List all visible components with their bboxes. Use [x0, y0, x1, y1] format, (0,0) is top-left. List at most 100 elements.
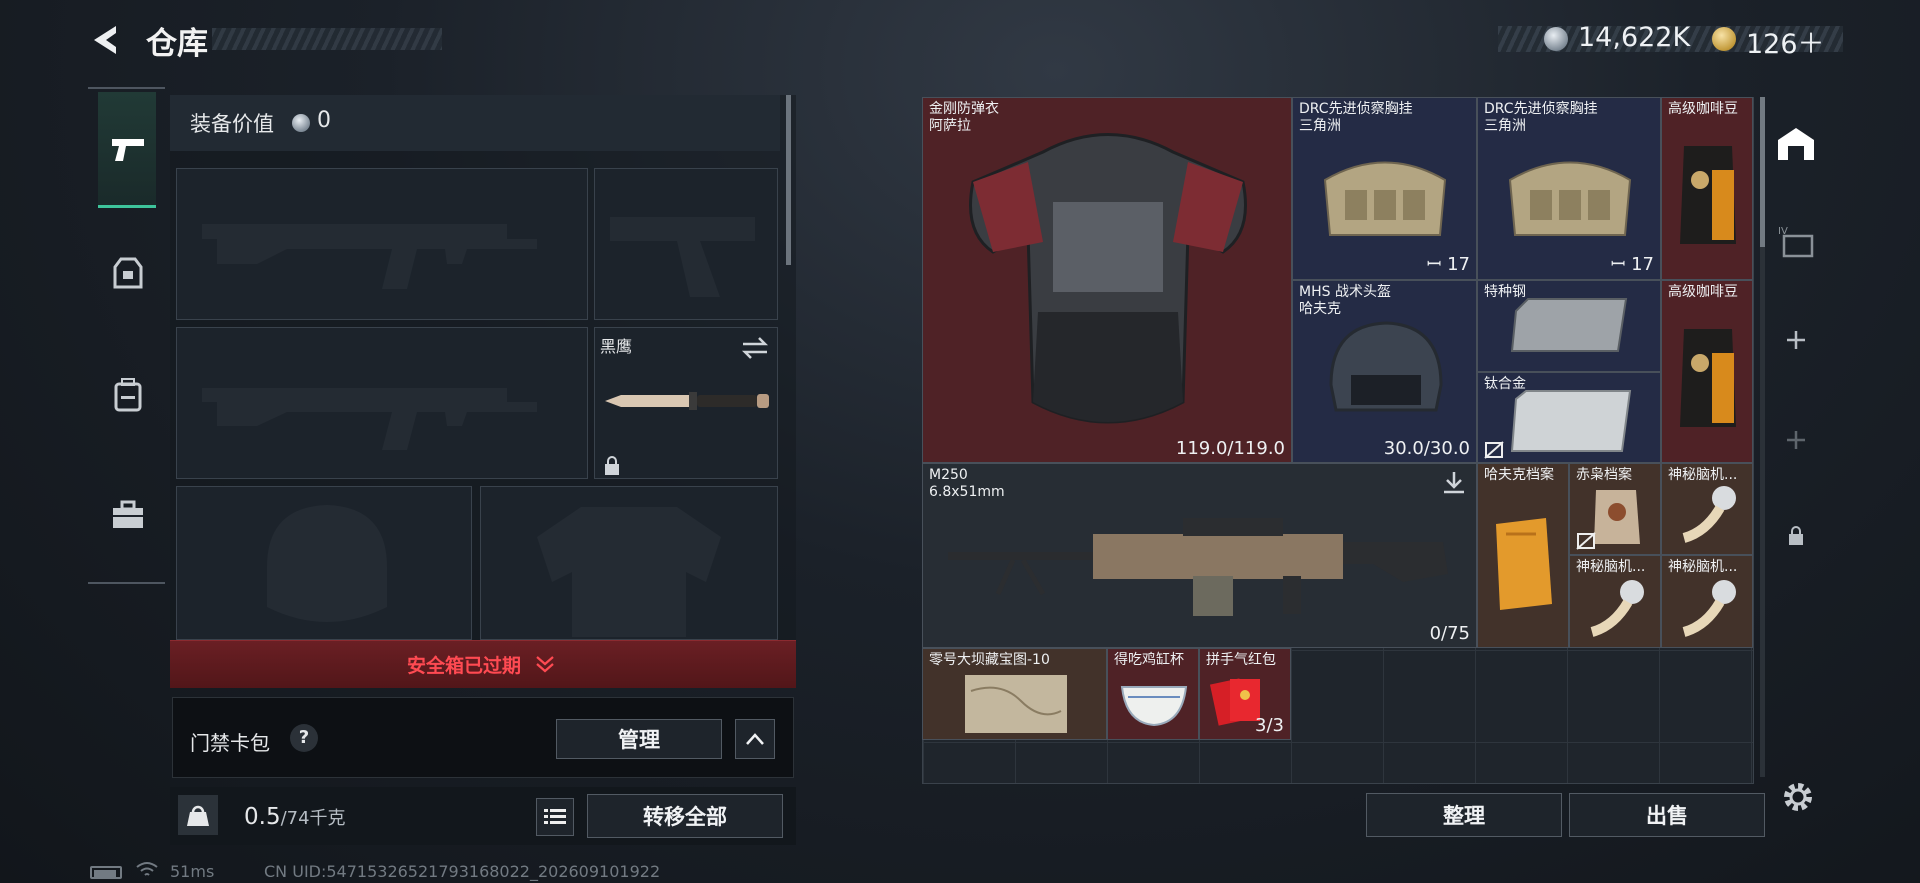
kettlebell-icon: [187, 805, 209, 826]
locked-storage[interactable]: [1774, 514, 1818, 558]
access-card-pack-label: 门禁卡包: [190, 731, 270, 755]
vest-icon: [113, 257, 143, 289]
silver-currency: 14,622K: [1578, 22, 1691, 53]
add-storage-button[interactable]: [1774, 318, 1818, 362]
primary-weapon-slot[interactable]: [176, 168, 588, 320]
no-trade-icon: [1576, 532, 1596, 550]
sidearm-slot[interactable]: [594, 168, 778, 320]
helmet-silhouette-icon: [267, 505, 387, 622]
sell-button[interactable]: 出售: [1569, 793, 1765, 837]
manage-button[interactable]: 管理: [556, 719, 722, 759]
equipment-value: 0: [317, 108, 331, 133]
storage-box-icon: IV: [1778, 226, 1814, 258]
chest-rig-icon: [1508, 161, 1632, 236]
download-icon[interactable]: [1441, 470, 1467, 496]
tab-storage-iv[interactable]: IV: [1774, 220, 1818, 264]
add-storage-button-disabled[interactable]: [1774, 418, 1818, 462]
plus-icon: [1787, 431, 1805, 449]
lock-icon: [605, 456, 619, 475]
list-view-button[interactable]: [536, 798, 574, 836]
helmet-slot[interactable]: [176, 486, 472, 640]
sort-button[interactable]: 整理: [1366, 793, 1562, 837]
safebox-status[interactable]: 安全箱已过期: [407, 651, 521, 678]
item-red-envelope[interactable]: 拼手气红包 3/3: [1199, 648, 1291, 740]
item-titanium-alloy[interactable]: 钛合金: [1477, 372, 1661, 463]
rifle-silhouette-icon: [202, 388, 537, 450]
nav-kit[interactable]: [106, 493, 150, 537]
ammo-count: 0/75: [1429, 623, 1470, 644]
item-name: 神秘脑机...: [1668, 559, 1738, 575]
gold-coin-icon[interactable]: [1712, 27, 1736, 51]
item-treasure-map[interactable]: 零号大坝藏宝图-10: [922, 648, 1107, 740]
inventory-scroll-thumb[interactable]: [1760, 97, 1765, 247]
item-brain-chip[interactable]: 神秘脑机...: [1661, 463, 1753, 555]
item-name: 拼手气红包: [1206, 652, 1276, 668]
map-icon: [965, 675, 1067, 733]
item-haavk-file[interactable]: 哈夫克档案: [1477, 463, 1569, 648]
pistol-silhouette-icon: [610, 217, 755, 297]
armor-silhouette-icon: [537, 507, 721, 637]
item-count: 17: [1631, 254, 1654, 275]
loadout-scrollbar[interactable]: [786, 95, 791, 265]
item-name: 高级咖啡豆: [1668, 284, 1738, 300]
item-coffee-beans[interactable]: 高级咖啡豆: [1661, 280, 1753, 463]
folder-icon: [1496, 518, 1552, 610]
brain-chip-icon: [1682, 486, 1736, 543]
nav-backpack[interactable]: [106, 373, 150, 417]
item-chicken-cup[interactable]: 得吃鸡缸杯: [1107, 648, 1199, 740]
item-m250-machine-gun[interactable]: M250 6.8x51mm 0/75: [922, 463, 1477, 648]
back-button[interactable]: [88, 22, 124, 58]
coffee-bag-icon: [1680, 329, 1736, 427]
secondary-weapon-slot[interactable]: [176, 327, 588, 479]
body-armor-slot[interactable]: [480, 486, 778, 640]
no-trade-icon: [1484, 441, 1504, 459]
item-name: 高级咖啡豆: [1668, 101, 1738, 117]
item-brain-chip[interactable]: 神秘脑机...: [1661, 555, 1753, 648]
help-button[interactable]: ?: [290, 724, 318, 752]
nav-weapon[interactable]: [106, 128, 150, 172]
brain-chip-icon: [1682, 580, 1736, 637]
alloy-ingot-icon: [1510, 390, 1632, 452]
body-armor-icon: [969, 133, 1247, 424]
double-chevron-down-icon[interactable]: [534, 654, 556, 674]
item-chest-rig[interactable]: DRC先进侦察胸挂 三角洲 ꟷ 17: [1477, 97, 1661, 280]
item-name: 得吃鸡缸杯: [1114, 652, 1184, 668]
lock-icon: [1789, 526, 1803, 545]
item-chest-rig[interactable]: DRC先进侦察胸挂 三角洲 ꟷ 17: [1292, 97, 1477, 280]
item-name: 神秘脑机...: [1576, 559, 1646, 575]
gold-currency[interactable]: 126＋: [1746, 22, 1825, 61]
steel-ingot-icon: [1510, 298, 1628, 352]
battery-level: [94, 870, 116, 879]
helmet-icon: [1329, 321, 1443, 412]
item-tactical-helmet[interactable]: MHS 战术头盔 哈夫克 30.0/30.0: [1292, 280, 1477, 463]
item-owl-file[interactable]: 赤枭档案: [1569, 463, 1661, 555]
swap-icon[interactable]: [741, 336, 769, 360]
equipment-value-label: 装备价值: [190, 112, 274, 136]
tab-main-storage[interactable]: [1774, 122, 1818, 166]
item-body-armor[interactable]: 金刚防弹衣 阿萨拉 119.0/119.0: [922, 97, 1292, 463]
rifle-silhouette-icon: [202, 224, 537, 289]
settings-button[interactable]: [1778, 777, 1818, 817]
weight-value: 0.5: [244, 804, 281, 830]
item-special-steel[interactable]: 特种钢: [1477, 280, 1661, 372]
collapse-button[interactable]: [735, 719, 775, 759]
nav-armor[interactable]: [106, 252, 150, 296]
transfer-all-button[interactable]: 转移全部: [587, 794, 783, 838]
toolbox-icon: [113, 500, 143, 528]
wifi-icon: [136, 862, 158, 876]
silver-coin-icon: [1544, 27, 1568, 51]
item-name: 赤枭档案: [1576, 467, 1632, 483]
carry-weight: 0.5/74千克: [244, 804, 346, 830]
gear-icon: [1784, 783, 1812, 811]
melee-name: 黑鹰: [600, 337, 633, 356]
ping-text: 51ms: [170, 862, 215, 881]
weight-icon: [178, 795, 218, 835]
item-coffee-beans[interactable]: 高级咖啡豆: [1661, 97, 1753, 280]
backpack-icon: [114, 378, 142, 412]
item-name: DRC先进侦察胸挂 三角洲: [1299, 101, 1413, 134]
brain-chip-icon: [1590, 580, 1644, 637]
item-brain-chip[interactable]: 神秘脑机...: [1569, 555, 1661, 648]
durability: ꟷ 17: [1611, 252, 1654, 276]
machine-gun-icon: [948, 518, 1448, 616]
warehouse-icon: [1778, 128, 1814, 160]
